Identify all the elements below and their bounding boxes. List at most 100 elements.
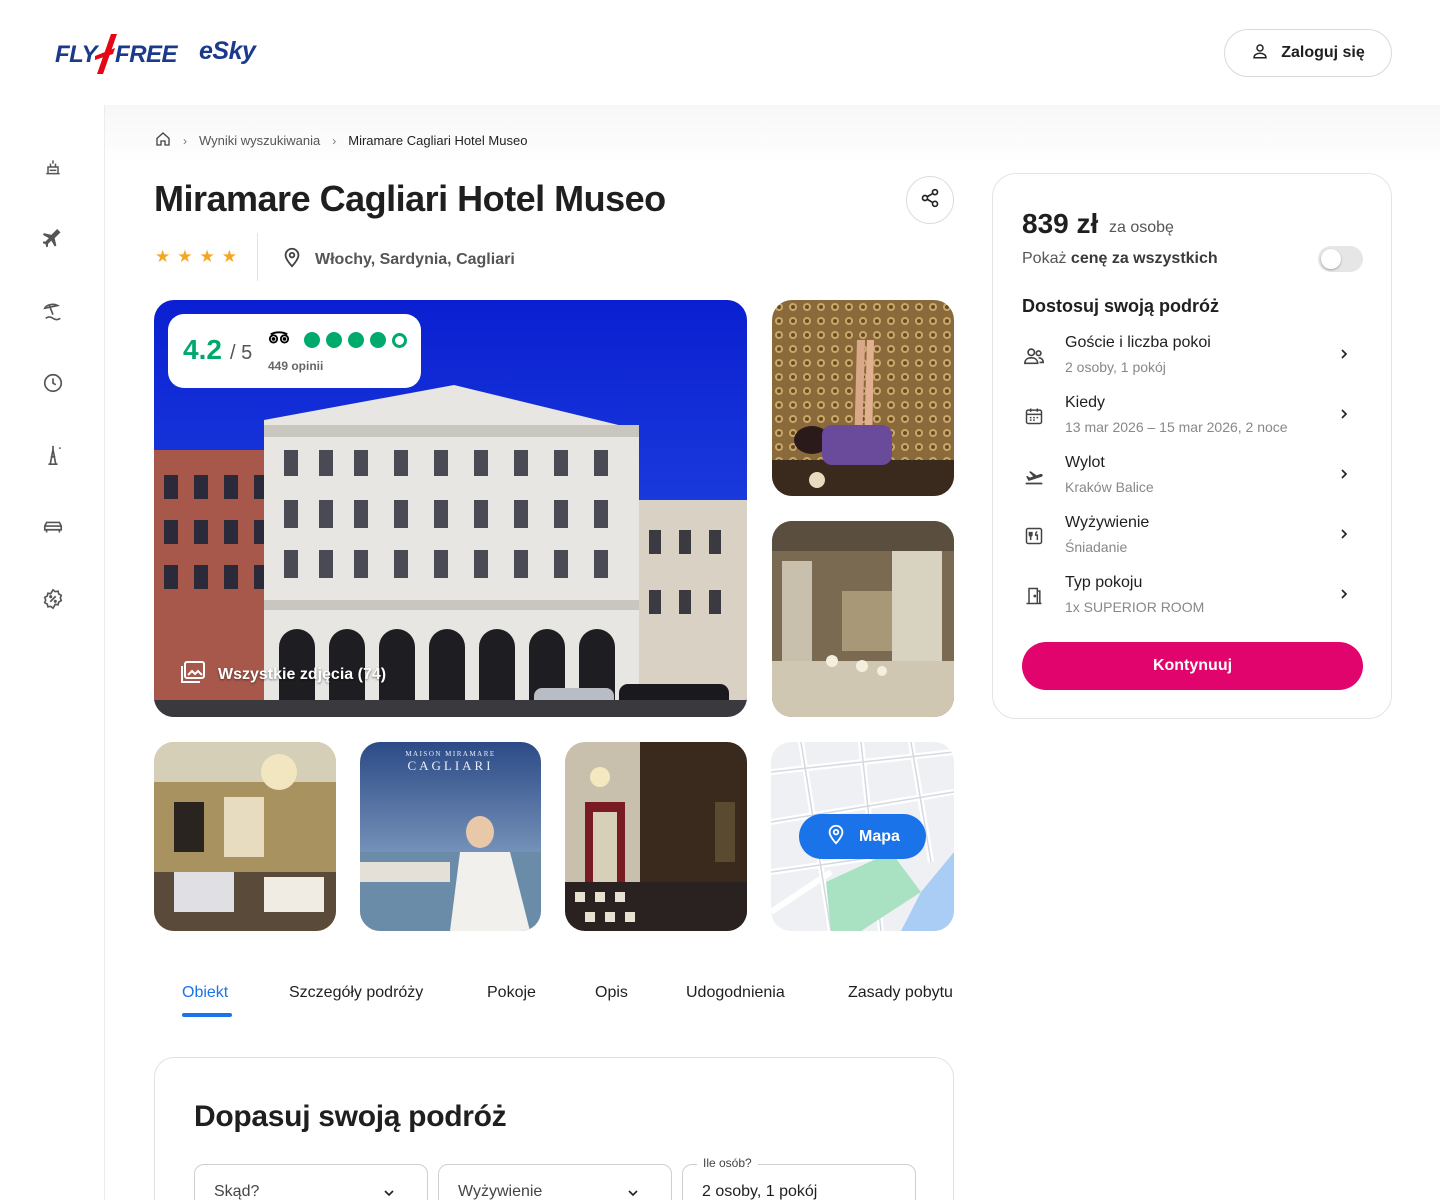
option-subtitle: 1x SUPERIOR ROOM bbox=[1065, 599, 1205, 615]
login-button[interactable]: Zaloguj się bbox=[1224, 29, 1392, 77]
board-icon bbox=[1022, 524, 1046, 548]
option-dates[interactable]: Kiedy 13 mar 2026 – 15 mar 2026, 2 noce bbox=[1022, 394, 1364, 446]
photo-thumbnail[interactable]: MAISON MIRAMARE CAGLIARI bbox=[360, 742, 541, 931]
chevron-right-icon bbox=[1336, 586, 1352, 607]
rating-card[interactable]: 4.2 / 5 449 opinii bbox=[168, 314, 421, 388]
chevron-down-icon bbox=[625, 1185, 641, 1200]
option-title: Wyżywienie bbox=[1065, 514, 1150, 531]
top-header: FLY FREE eSky Zaloguj się bbox=[0, 0, 1440, 105]
option-room-type[interactable]: Typ pokoju 1x SUPERIOR ROOM bbox=[1022, 574, 1364, 626]
rating-bubble-full bbox=[370, 332, 386, 348]
breadcrumb-current: Miramare Cagliari Hotel Museo bbox=[348, 133, 528, 148]
guests-field-label: Ile osób? bbox=[697, 1156, 758, 1170]
rating-bubble-full bbox=[304, 332, 320, 348]
total-price-toggle[interactable] bbox=[1318, 246, 1363, 272]
all-photos-button[interactable]: Wszystkie zdjęcia (74) bbox=[180, 660, 386, 689]
tab-description[interactable]: Opis bbox=[595, 984, 628, 1002]
home-icon[interactable] bbox=[155, 131, 171, 150]
section-tabs: Obiekt Szczegóły podróży Pokoje Opis Udo… bbox=[154, 975, 954, 1019]
login-label: Zaloguj się bbox=[1281, 44, 1365, 61]
guests-field-value: 2 osoby, 1 pokój bbox=[702, 1183, 818, 1200]
fit-trip-card: Dopasuj swoją podróż Skąd? Wyżywienie Il… bbox=[154, 1057, 954, 1200]
option-title: Kiedy bbox=[1065, 394, 1106, 411]
tab-rules[interactable]: Zasady pobytu bbox=[848, 984, 953, 1002]
photo-thumbnail[interactable] bbox=[772, 300, 954, 496]
option-guests[interactable]: Goście i liczba pokoi 2 osoby, 1 pokój bbox=[1022, 334, 1364, 386]
esky-logo[interactable]: eSky bbox=[199, 37, 256, 66]
option-title: Wylot bbox=[1065, 454, 1105, 471]
from-select[interactable]: Skąd? bbox=[194, 1164, 428, 1200]
map-pin-icon bbox=[825, 822, 847, 851]
photo-thumbnail[interactable] bbox=[772, 521, 954, 717]
fit-trip-title: Dopasuj swoją podróż bbox=[194, 1100, 507, 1133]
last-minute-icon[interactable] bbox=[41, 371, 65, 395]
flyfree-logo[interactable]: FLY FREE bbox=[55, 34, 178, 74]
logo-fly-text: FLY bbox=[55, 41, 98, 68]
reviews-count: 449 opinii bbox=[268, 359, 324, 373]
beach-icon[interactable] bbox=[41, 299, 65, 323]
deals-icon[interactable] bbox=[41, 587, 65, 611]
option-departure[interactable]: Wylot Kraków Balice bbox=[1022, 454, 1364, 506]
divider bbox=[257, 233, 258, 281]
rating-bubbles bbox=[304, 332, 407, 348]
board-select[interactable]: Wyżywienie bbox=[438, 1164, 672, 1200]
option-title: Goście i liczba pokoi bbox=[1065, 334, 1211, 351]
hotel-location: Włochy, Sardynia, Cagliari bbox=[281, 245, 515, 274]
rating-bubble-full bbox=[348, 332, 364, 348]
hotel-stars: ★ ★ ★ ★ bbox=[155, 247, 237, 267]
active-tab-indicator bbox=[182, 1013, 232, 1017]
city-break-icon[interactable] bbox=[41, 443, 65, 467]
star-icon: ★ bbox=[199, 247, 215, 266]
star-icon: ★ bbox=[177, 247, 193, 266]
show-total-bold: cenę za wszystkich bbox=[1070, 250, 1218, 267]
photo-thumbnail[interactable] bbox=[154, 742, 336, 931]
guests-icon bbox=[1022, 344, 1046, 368]
hotel-title: Miramare Cagliari Hotel Museo bbox=[154, 178, 666, 219]
rating-scale: / 5 bbox=[230, 342, 253, 364]
photo-thumbnail[interactable] bbox=[565, 742, 747, 931]
show-total-price-label: Pokaż cenę za wszystkich bbox=[1022, 250, 1218, 268]
breadcrumb-results-link[interactable]: Wyniki wyszukiwania bbox=[199, 133, 320, 148]
user-icon bbox=[1251, 42, 1269, 65]
board-select-value: Wyżywienie bbox=[458, 1183, 543, 1200]
holiday-icon[interactable] bbox=[41, 155, 65, 179]
tab-obiekt[interactable]: Obiekt bbox=[182, 984, 228, 1002]
toggle-knob bbox=[1321, 249, 1341, 269]
price-per: za osobę bbox=[1109, 219, 1174, 236]
car-icon[interactable] bbox=[41, 515, 65, 539]
chevron-down-icon bbox=[381, 1185, 397, 1200]
tab-trip-details[interactable]: Szczegóły podróży bbox=[289, 984, 423, 1002]
share-button[interactable] bbox=[906, 176, 954, 224]
option-subtitle: Kraków Balice bbox=[1065, 479, 1154, 495]
guests-field[interactable]: Ile osób? 2 osoby, 1 pokój bbox=[682, 1156, 916, 1200]
breadcrumb: › Wyniki wyszukiwania › Miramare Cagliar… bbox=[155, 131, 527, 150]
chevron-right-icon bbox=[1336, 466, 1352, 487]
rating-score: 4.2 bbox=[183, 334, 222, 365]
flight-icon[interactable] bbox=[41, 227, 65, 251]
tripadvisor-icon bbox=[268, 330, 290, 351]
logo-free-text: FREE bbox=[115, 41, 178, 68]
option-board[interactable]: Wyżywienie Śniadanie bbox=[1022, 514, 1364, 566]
pin-icon bbox=[281, 245, 303, 274]
option-title: Typ pokoju bbox=[1065, 574, 1143, 591]
show-total-prefix: Pokaż bbox=[1022, 250, 1067, 267]
tab-amenities[interactable]: Udogodnienia bbox=[686, 984, 785, 1002]
option-subtitle: Śniadanie bbox=[1065, 539, 1128, 555]
breadcrumb-separator-icon: › bbox=[183, 133, 187, 148]
map-button[interactable]: Mapa bbox=[799, 814, 926, 859]
breadcrumb-separator-icon: › bbox=[332, 133, 337, 148]
photo-caption: CAGLIARI bbox=[407, 758, 494, 773]
rating-bubble-empty bbox=[392, 333, 407, 348]
star-icon: ★ bbox=[155, 247, 171, 266]
gallery-icon bbox=[180, 660, 206, 689]
rating-bubble-full bbox=[326, 332, 342, 348]
option-subtitle: 13 mar 2026 – 15 mar 2026, 2 noce bbox=[1065, 419, 1288, 435]
photo-caption-top: MAISON MIRAMARE bbox=[405, 750, 496, 758]
left-nav-rail bbox=[0, 105, 105, 1200]
chevron-right-icon bbox=[1336, 406, 1352, 427]
continue-button[interactable]: Kontynuuj bbox=[1022, 642, 1363, 690]
tab-rooms[interactable]: Pokoje bbox=[487, 984, 536, 1002]
from-select-value: Skąd? bbox=[214, 1183, 260, 1200]
share-icon bbox=[920, 188, 940, 213]
logo-slash-icon bbox=[95, 34, 118, 74]
